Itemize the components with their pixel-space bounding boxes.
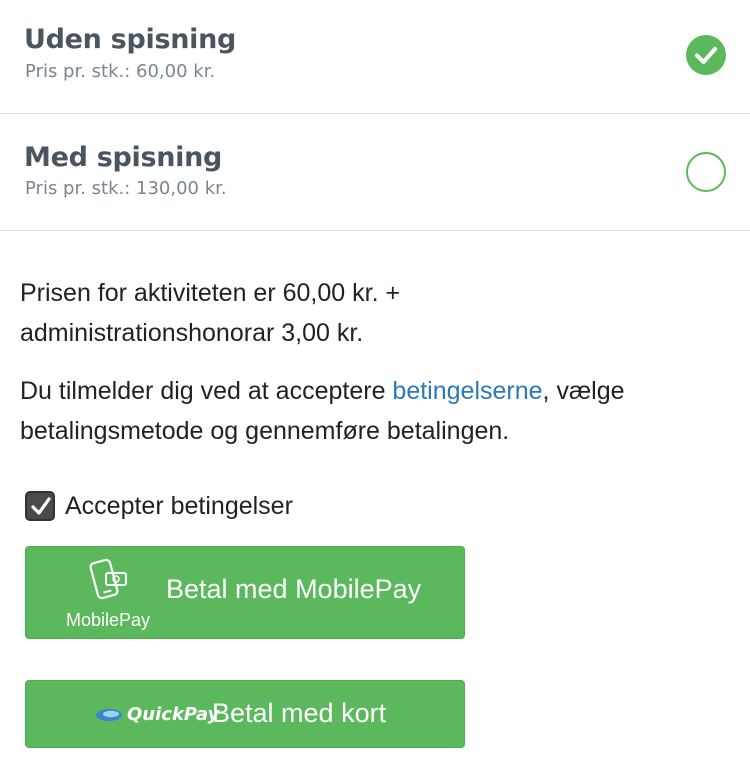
terms-text-before: Du tilmelder dig ved at acceptere bbox=[20, 377, 393, 405]
terms-text-after: , vælge bbox=[542, 377, 625, 405]
terms-line1: Du tilmelder dig ved at acceptere beting… bbox=[20, 371, 720, 411]
accept-terms-label: Accepter betingelser bbox=[65, 491, 293, 520]
mobilepay-logo-text: MobilePay bbox=[65, 610, 151, 630]
terms-description: Du tilmelder dig ved at acceptere beting… bbox=[20, 371, 720, 451]
option-price: Pris pr. stk.: 60,00 kr. bbox=[25, 61, 216, 82]
mobilepay-logo: MobilePay bbox=[56, 557, 160, 631]
quickpay-logo-text: QuickPay bbox=[127, 704, 220, 725]
option-title: Uden spisning bbox=[24, 24, 237, 55]
pay-card-button[interactable]: QuickPay Betal med kort bbox=[25, 680, 465, 748]
pay-mobilepay-button[interactable]: MobilePay Betal med MobilePay bbox=[25, 546, 465, 639]
accept-terms[interactable]: Accepter betingelser bbox=[25, 491, 293, 521]
mobilepay-button-label: Betal med MobilePay bbox=[166, 574, 422, 604]
price-summary-line1: Prisen for aktiviteten er 60,00 kr. + bbox=[20, 279, 401, 307]
terms-link[interactable]: betingelserne bbox=[392, 377, 542, 405]
option-price: Pris pr. stk.: 130,00 kr. bbox=[25, 178, 227, 199]
terms-line2: betalingsmetode og gennemføre betalingen… bbox=[20, 417, 510, 445]
price-summary-line2: administrationshonorar 3,00 kr. bbox=[20, 319, 364, 347]
unselected-radio-icon[interactable] bbox=[686, 152, 726, 192]
quickpay-swirl-icon bbox=[96, 708, 122, 721]
option-title: Med spisning bbox=[24, 142, 223, 173]
quickpay-logo: QuickPay bbox=[94, 704, 219, 725]
card-button-label: Betal med kort bbox=[212, 698, 387, 728]
mobilepay-phone-icon bbox=[89, 558, 127, 600]
accept-terms-checkbox[interactable] bbox=[25, 491, 55, 521]
price-summary: Prisen for aktiviteten er 60,00 kr. + ad… bbox=[20, 273, 720, 353]
option-med-spisning[interactable]: Med spisning Pris pr. stk.: 130,00 kr. bbox=[0, 114, 750, 231]
option-uden-spisning[interactable]: Uden spisning Pris pr. stk.: 60,00 kr. bbox=[0, 0, 750, 114]
selected-check-icon[interactable] bbox=[686, 35, 726, 75]
